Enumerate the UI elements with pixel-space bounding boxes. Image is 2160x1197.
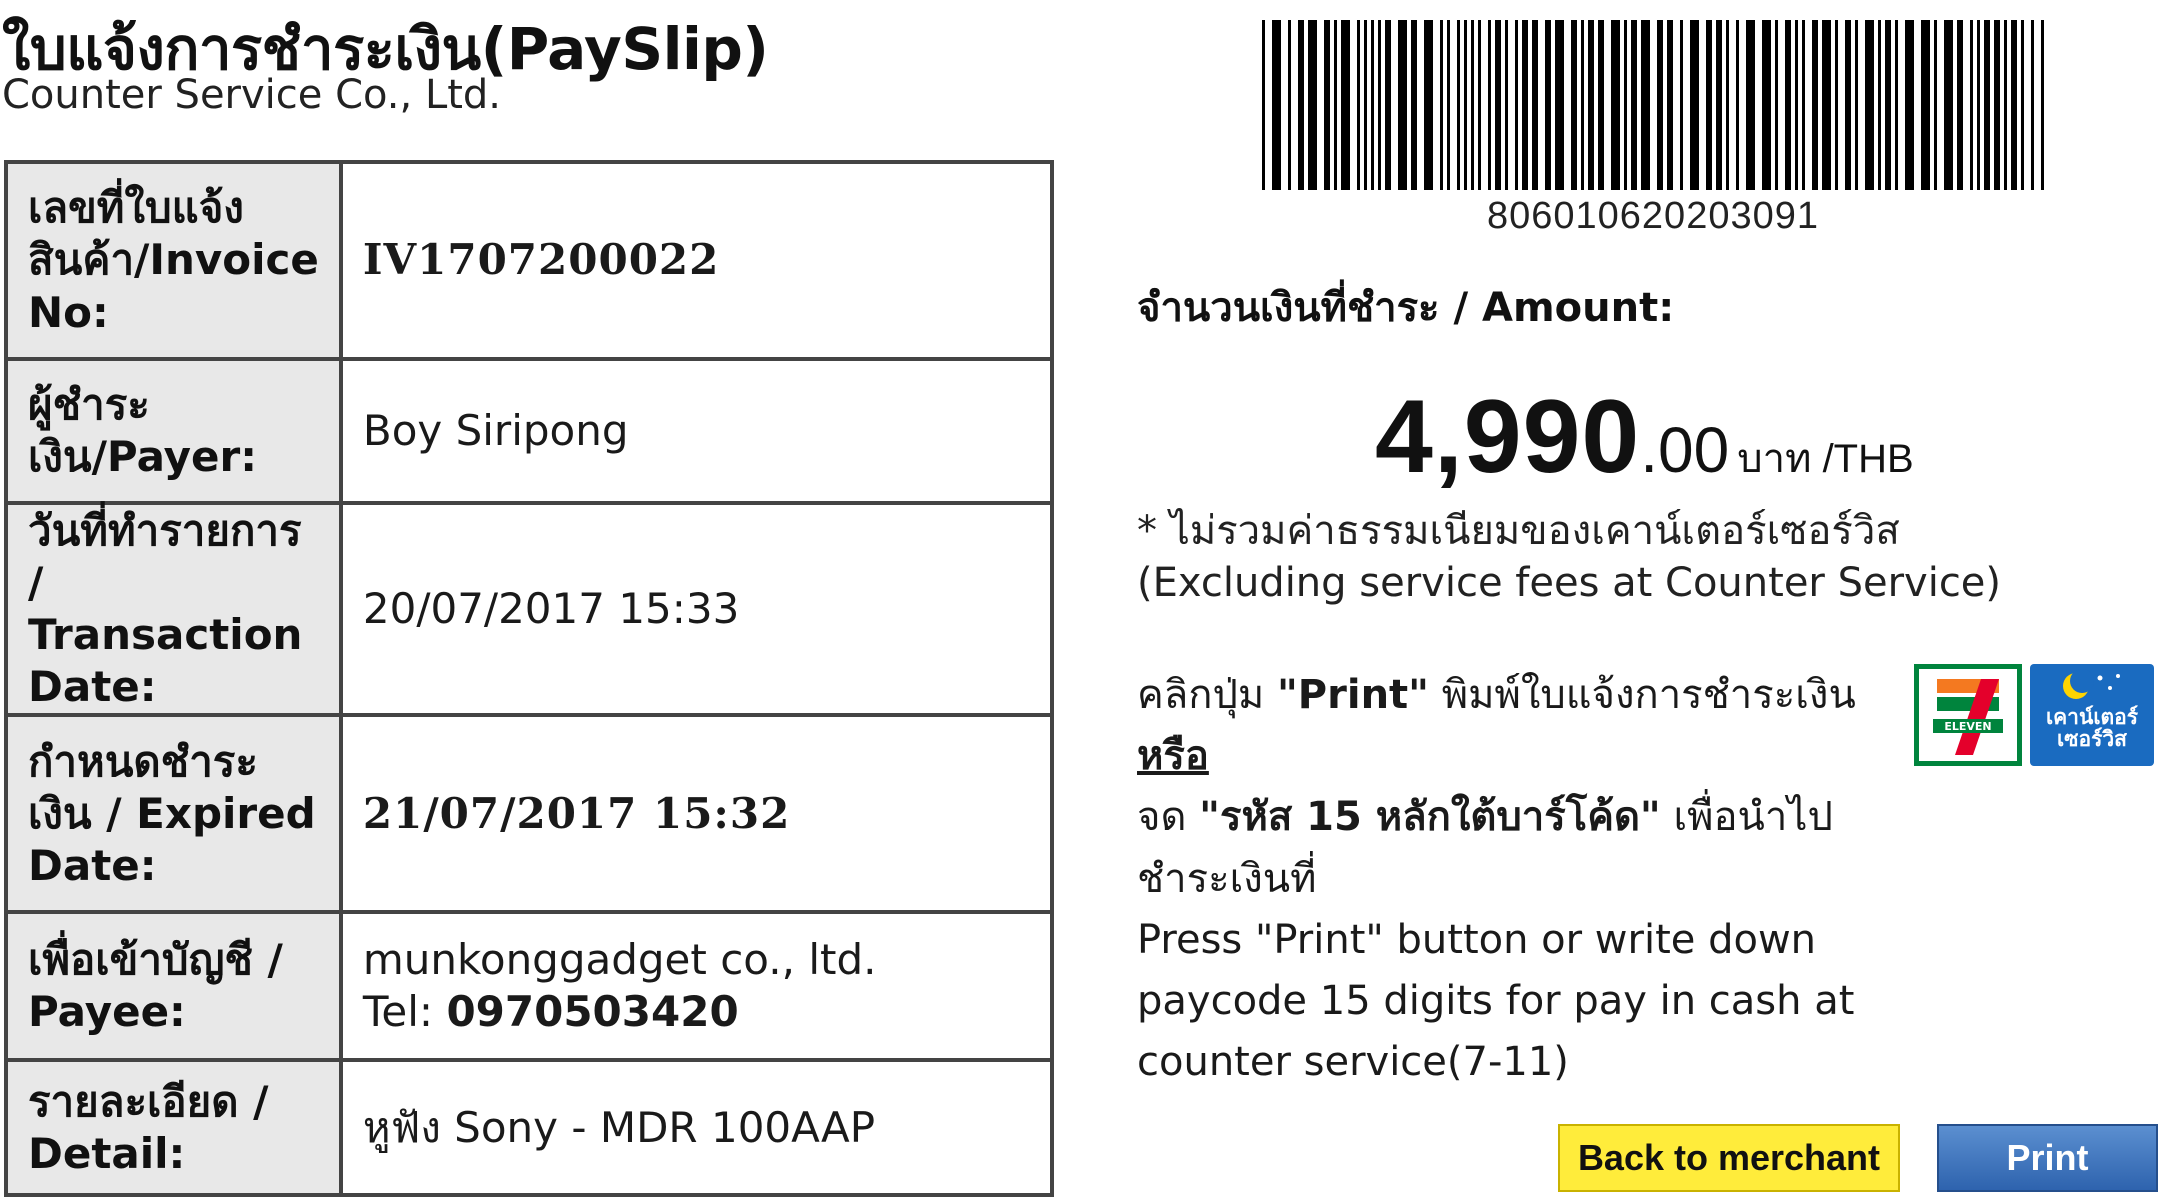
- instr-en-line-3: counter service(7-11): [1137, 1039, 1569, 1086]
- instr-line-1: คลิกปุ่ม "Print" พิมพ์ใบแจ้งการชำระเงิน: [1137, 665, 1856, 726]
- company-name: Counter Service Co., Ltd.: [2, 72, 502, 118]
- payer-name: Boy Siripong: [338, 357, 1055, 505]
- instr-en-line-2: paycode 15 digits for pay in cash at: [1137, 977, 1855, 1024]
- instr-line-4: ชำระเงินที่: [1137, 855, 1317, 902]
- cs-text-line1: เคาน์เตอร์: [2045, 705, 2139, 729]
- invoice-number: IV1707200022: [338, 160, 1055, 361]
- expired-date: 21/07/2017 15:32: [338, 713, 1055, 915]
- instr-line-2: หรือ: [1137, 726, 1856, 787]
- tel-label: Tel:: [362, 987, 434, 1037]
- instr-to-take: เพื่อนำไป: [1673, 794, 1833, 841]
- amount-currency: บาท /THB: [1737, 437, 1914, 481]
- instr-code-word: "รหัส 15 หลักใต้บาร์โค้ด": [1199, 794, 1661, 841]
- print-button[interactable]: Print: [1937, 1124, 2158, 1192]
- service-fee-note: * ไม่รวมค่าธรรมเนียมของเคาน์เตอร์เซอร์วิ…: [1137, 505, 2001, 609]
- seven-eleven-icon: ELEVEN: [1927, 675, 2009, 755]
- amount-value: 4,990.00 บาท /THB: [1375, 378, 1914, 497]
- instr-en-line-1: Press "Print" button or write down: [1137, 916, 1817, 963]
- detail-label: รายละเอียด / Detail:: [4, 1058, 343, 1197]
- moon-stars-icon: [2063, 669, 2120, 699]
- payslip-info-table: เลขที่ใบแจ้งสินค้า/Invoice No: IV1707200…: [4, 160, 1055, 1197]
- payee-label: เพื่อเข้าบัญชี / Payee:: [4, 910, 343, 1063]
- table-row-transaction-date: วันที่ทำรายการ / Transaction Date: 20/07…: [4, 500, 1055, 718]
- cs-text-line2: เซอร์วิส: [2057, 727, 2127, 752]
- note-english: (Excluding service fees at Counter Servi…: [1137, 560, 2002, 606]
- transaction-date-label: วันที่ทำรายการ / Transaction Date:: [4, 500, 343, 718]
- instr-write: จด: [1137, 794, 1187, 841]
- detail-value: หูฟัง Sony - MDR 100AAP: [338, 1058, 1055, 1197]
- expired-date-label: กำหนดชำระเงิน / Expired Date:: [4, 713, 343, 915]
- instr-print-word: "Print": [1276, 672, 1429, 718]
- seven-eleven-logo: ELEVEN: [1914, 664, 2022, 766]
- barcode-number: 806010620203091: [1486, 195, 1819, 237]
- instr-or: หรือ: [1137, 733, 1209, 780]
- counter-service-logo: เคาน์เตอร์ เซอร์วิส: [2030, 664, 2154, 766]
- instr-click: คลิกปุ่ม: [1137, 672, 1265, 718]
- amount-decimal: .00: [1640, 414, 1730, 486]
- table-row-payee: เพื่อเข้าบัญชี / Payee: munkonggadget co…: [4, 910, 1055, 1063]
- note-thai: * ไม่รวมค่าธรรมเนียมของเคาน์เตอร์เซอร์วิ…: [1137, 508, 1900, 554]
- invoice-label: เลขที่ใบแจ้งสินค้า/Invoice No:: [4, 160, 343, 361]
- seven-eleven-text: ELEVEN: [1944, 720, 1991, 733]
- transaction-date: 20/07/2017 15:33: [338, 500, 1055, 718]
- amount-label: จำนวนเงินที่ชำระ / Amount:: [1137, 285, 1675, 331]
- instr-line-3: จด "รหัส 15 หลักใต้บาร์โค้ด" เพื่อนำไป: [1137, 787, 1856, 848]
- instr-print-slip: พิมพ์ใบแจ้งการชำระเงิน: [1441, 672, 1856, 718]
- payee-name: munkonggadget co., ltd.: [362, 935, 877, 985]
- tel-number: 0970503420: [446, 987, 739, 1037]
- payer-label: ผู้ชำระเงิน/Payer:: [4, 357, 343, 505]
- amount-integer: 4,990: [1375, 379, 1641, 495]
- table-row-detail: รายละเอียด / Detail: หูฟัง Sony - MDR 10…: [4, 1058, 1055, 1197]
- payee-cell: munkonggadget co., ltd. Tel: 0970503420: [338, 910, 1055, 1063]
- back-to-merchant-button[interactable]: Back to merchant: [1558, 1124, 1900, 1192]
- table-row-payer: ผู้ชำระเงิน/Payer: Boy Siripong: [4, 357, 1055, 505]
- barcode: [1262, 20, 2044, 190]
- table-row-invoice: เลขที่ใบแจ้งสินค้า/Invoice No: IV1707200…: [4, 160, 1055, 361]
- payment-instructions: คลิกปุ่ม "Print" พิมพ์ใบแจ้งการชำระเงิน …: [1137, 665, 1856, 1093]
- counter-service-text: เคาน์เตอร์ เซอร์วิส: [2030, 706, 2154, 750]
- table-row-expired-date: กำหนดชำระเงิน / Expired Date: 21/07/2017…: [4, 713, 1055, 915]
- payee-phone: Tel: 0970503420: [363, 986, 1030, 1038]
